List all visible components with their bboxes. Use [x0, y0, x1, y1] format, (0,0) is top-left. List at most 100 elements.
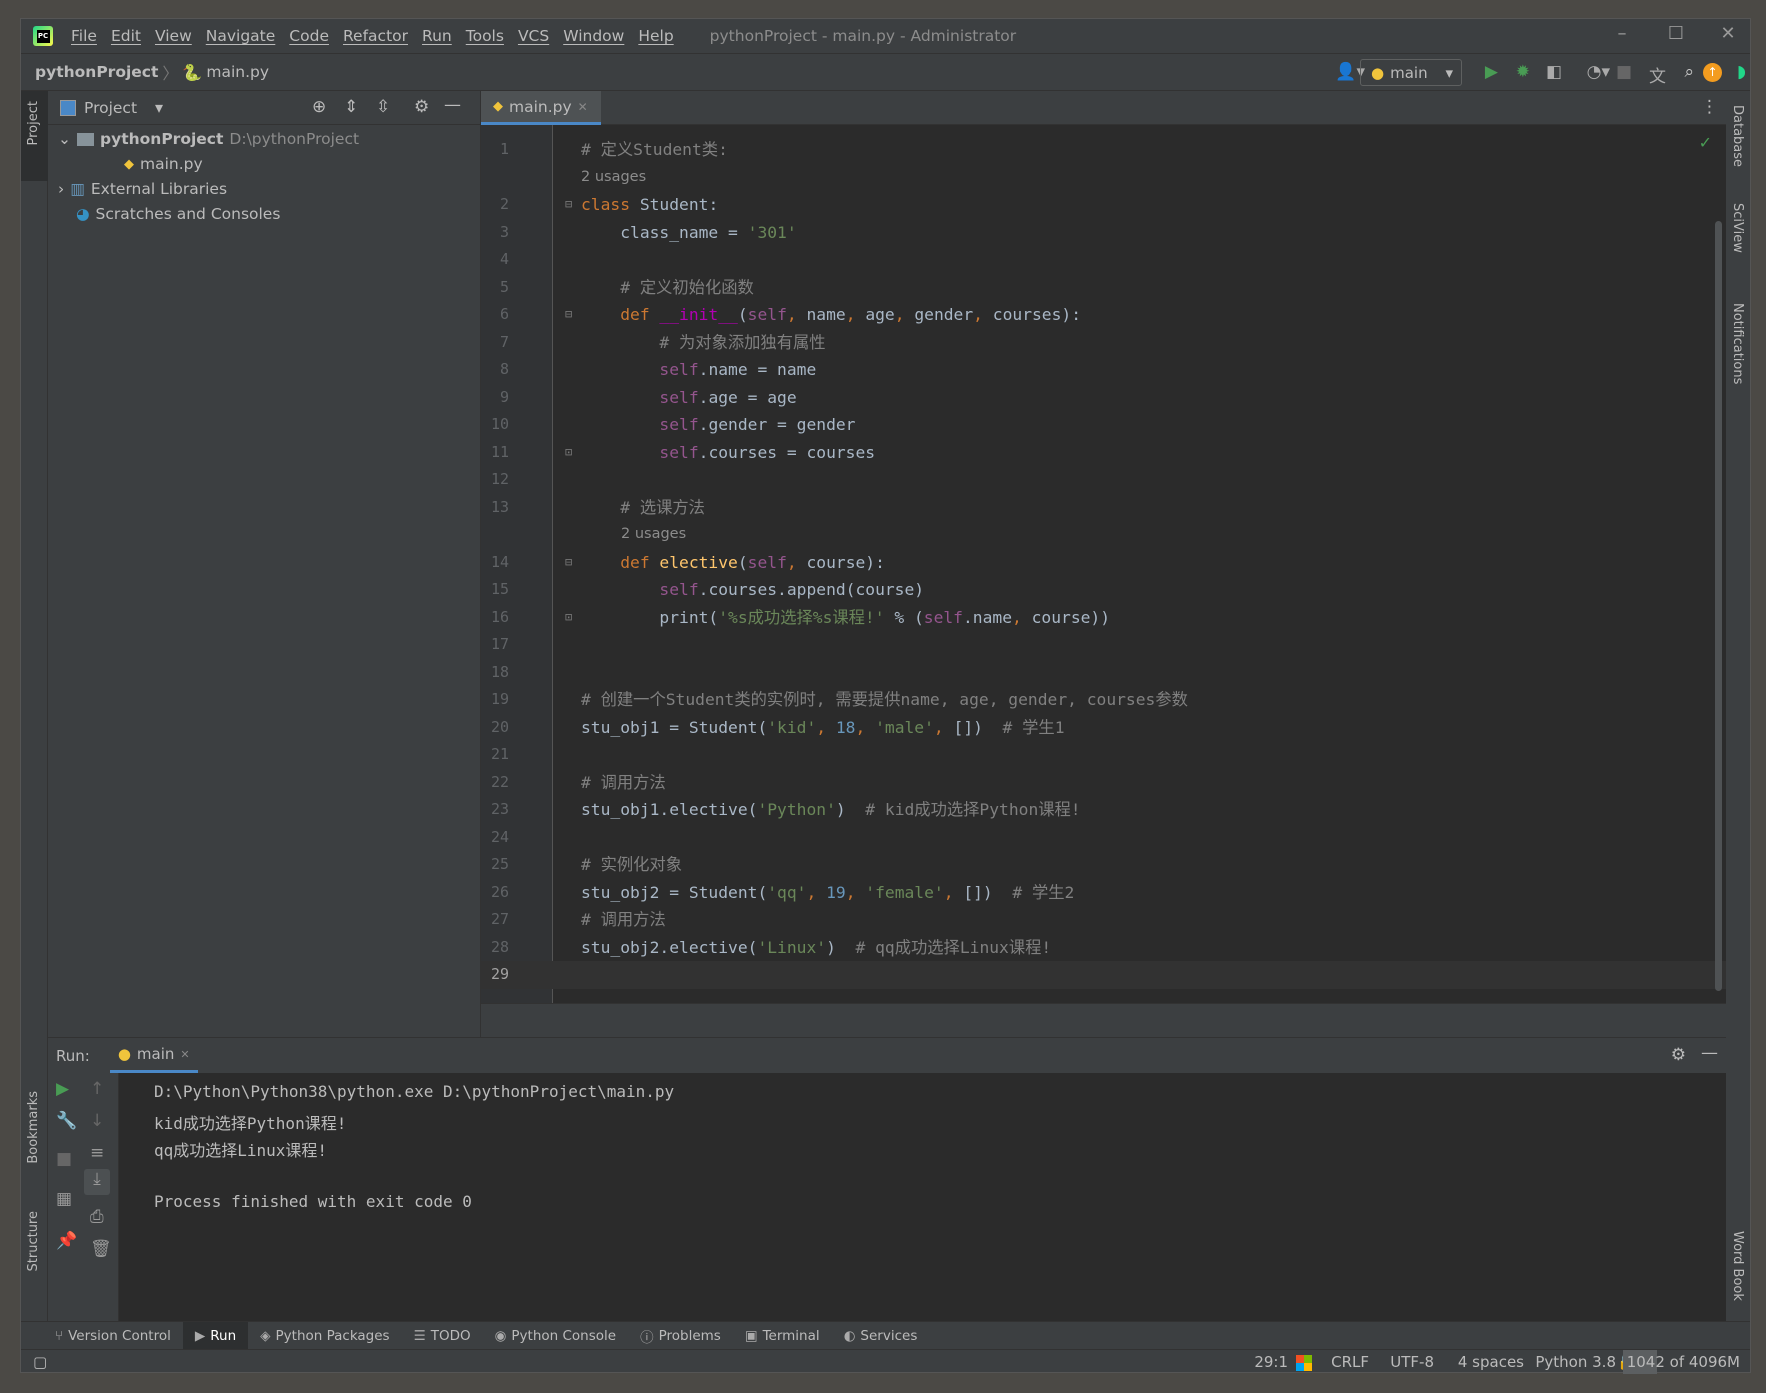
menu-run[interactable]: Run: [422, 27, 452, 45]
usages-hint[interactable]: 2 usages: [481, 164, 1726, 192]
bottom-tab-run[interactable]: ▶ Run: [182, 1321, 249, 1350]
tree-item-main-py[interactable]: ◆ main.py: [124, 155, 203, 173]
editor[interactable]: ◆ main.py ✕ ⋮ 1 # 定义Student类: 2 usages 2 ⊟ clas…: [481, 91, 1726, 1037]
usages-label[interactable]: 2 usages: [621, 521, 686, 549]
menu-navigate[interactable]: Navigate: [206, 27, 276, 45]
chevron-down-icon[interactable]: ▾: [155, 98, 163, 117]
fold-icon[interactable]: ⊟: [565, 191, 572, 219]
run-config-select[interactable]: ● main ▾: [1360, 59, 1462, 86]
rerun-icon[interactable]: ▶: [56, 1079, 69, 1099]
minimize-button[interactable]: –: [1602, 23, 1642, 44]
bottom-tab-version-control[interactable]: ⑂ Version Control: [43, 1322, 183, 1350]
wrench-icon[interactable]: 🔧: [56, 1111, 77, 1131]
bottom-tab-terminal[interactable]: ▣ Terminal: [733, 1322, 832, 1350]
hide-icon[interactable]: —: [444, 95, 461, 115]
line-number: 7: [499, 332, 509, 351]
profile-icon[interactable]: ◔▾: [1587, 62, 1610, 82]
bottom-tab-python-console[interactable]: ◉ Python Console: [483, 1322, 628, 1350]
line-separator[interactable]: CRLF: [1331, 1353, 1369, 1371]
code-text: # 调用方法: [581, 906, 666, 934]
menu-view[interactable]: View: [155, 27, 192, 45]
close-tab-icon[interactable]: ✕: [180, 1048, 189, 1061]
menu-help[interactable]: Help: [638, 27, 673, 45]
project-tool-button[interactable]: Project: [26, 101, 41, 145]
notifications-tool-button[interactable]: Notifications: [1730, 303, 1745, 384]
bottom-tab-todo[interactable]: ☰ TODO: [402, 1322, 483, 1350]
menu-code[interactable]: Code: [289, 27, 329, 45]
search-icon[interactable]: ⌕: [1684, 62, 1694, 82]
tree-item-scratches[interactable]: ◕ Scratches and Consoles: [76, 205, 280, 223]
breadcrumb-project[interactable]: pythonProject: [35, 63, 158, 81]
gear-icon[interactable]: ⚙: [1671, 1045, 1686, 1065]
code-token: self: [581, 360, 699, 379]
update-icon[interactable]: ↑: [1703, 63, 1722, 82]
line-number: 25: [490, 855, 509, 873]
collapse-all-icon[interactable]: ⇳: [376, 97, 390, 117]
fold-icon[interactable]: ⊟: [565, 549, 572, 577]
code-token: ,: [845, 882, 866, 902]
vertical-scrollbar[interactable]: [1715, 221, 1722, 991]
hide-icon[interactable]: —: [1701, 1043, 1718, 1063]
layout-icon[interactable]: ▦: [56, 1189, 72, 1209]
breadcrumb-file[interactable]: main.py: [206, 63, 269, 81]
code-text: stu_obj1 = Student('kid', 18, 'male', []…: [581, 714, 1065, 742]
menu-tools[interactable]: Tools: [466, 27, 504, 45]
line-number: 1: [499, 140, 509, 158]
translate-icon[interactable]: 文: [1649, 62, 1666, 87]
menu-refactor[interactable]: Refactor: [343, 27, 408, 45]
debug-icon[interactable]: ✹: [1516, 62, 1530, 82]
fold-icon[interactable]: ⊟: [565, 301, 572, 329]
up-arrow-icon[interactable]: ↑: [90, 1079, 104, 1099]
code-line: 9 self.age = age: [481, 384, 1726, 412]
soft-wrap-icon[interactable]: ≡: [90, 1143, 104, 1163]
bookmarks-tool-button[interactable]: Bookmarks: [26, 1091, 41, 1164]
fold-icon[interactable]: ⊡: [565, 604, 572, 632]
tree-item-project-root[interactable]: ⌄ pythonProject D:\pythonProject: [58, 130, 359, 148]
code-line: 11 ⊡ self.courses = courses: [481, 439, 1726, 467]
usages-label[interactable]: 2 usages: [581, 164, 646, 192]
tab-main-py[interactable]: ◆ main.py ✕: [481, 91, 601, 125]
maximize-button[interactable]: ☐: [1656, 23, 1696, 44]
more-options-icon[interactable]: ⋮: [1701, 97, 1718, 117]
toggle-panels-icon[interactable]: ▢: [33, 1353, 47, 1371]
scroll-to-end-icon[interactable]: ⤓: [84, 1169, 110, 1195]
locate-icon[interactable]: ⊕: [312, 97, 326, 117]
caret-position[interactable]: 29:1: [1254, 1353, 1288, 1371]
fold-icon[interactable]: ⊡: [565, 439, 572, 467]
pin-icon[interactable]: 📌: [56, 1231, 77, 1251]
bottom-tab-problems[interactable]: ⓘ Problems: [628, 1322, 733, 1350]
sciview-tool-button[interactable]: SciView: [1730, 203, 1745, 253]
menu-vcs[interactable]: VCS: [518, 27, 549, 45]
file-encoding[interactable]: UTF-8: [1390, 1353, 1434, 1371]
project-view-select[interactable]: Project: [84, 99, 137, 117]
menu-file[interactable]: File: [71, 27, 97, 45]
close-button[interactable]: ✕: [1708, 23, 1748, 44]
indent-setting[interactable]: 4 spaces: [1458, 1353, 1524, 1371]
close-tab-icon[interactable]: ✕: [578, 100, 588, 114]
stop-icon[interactable]: ■: [1616, 62, 1632, 82]
menu-window[interactable]: Window: [563, 27, 624, 45]
run-icon[interactable]: ▶: [1485, 62, 1498, 82]
menu-edit[interactable]: Edit: [111, 27, 141, 45]
bottom-tab-services[interactable]: ◐ Services: [832, 1322, 930, 1350]
interpreter[interactable]: Python 3.8: [1535, 1353, 1616, 1371]
tree-item-external-libraries[interactable]: › ▥ External Libraries: [58, 180, 227, 198]
plugin-icon[interactable]: ◗: [1737, 62, 1746, 82]
code-token: # 实例化对象: [581, 855, 683, 874]
run-panel-header: Run: ● main ✕ ⚙ —: [48, 1038, 1726, 1073]
expand-all-icon[interactable]: ⇕: [344, 97, 358, 117]
line-number: 28: [490, 937, 509, 956]
print-icon[interactable]: ⎙: [90, 1207, 104, 1227]
stop-icon[interactable]: ■: [56, 1149, 72, 1169]
trash-icon[interactable]: 🗑: [90, 1239, 112, 1259]
gear-icon[interactable]: ⚙: [414, 97, 429, 117]
coverage-icon[interactable]: ◧: [1546, 62, 1562, 82]
memory-indicator[interactable]: 1042 of 4096M: [1622, 1350, 1744, 1374]
database-tool-button[interactable]: Database: [1730, 105, 1745, 167]
usages-hint[interactable]: 2 usages: [481, 521, 1726, 549]
word-book-tool-button[interactable]: Word Book: [1730, 1231, 1745, 1301]
down-arrow-icon[interactable]: ↓: [90, 1111, 104, 1131]
structure-tool-button[interactable]: Structure: [26, 1211, 41, 1271]
bottom-tab-python-packages[interactable]: ◈ Python Packages: [248, 1322, 401, 1350]
run-tab-main[interactable]: ● main ✕: [109, 1038, 198, 1073]
